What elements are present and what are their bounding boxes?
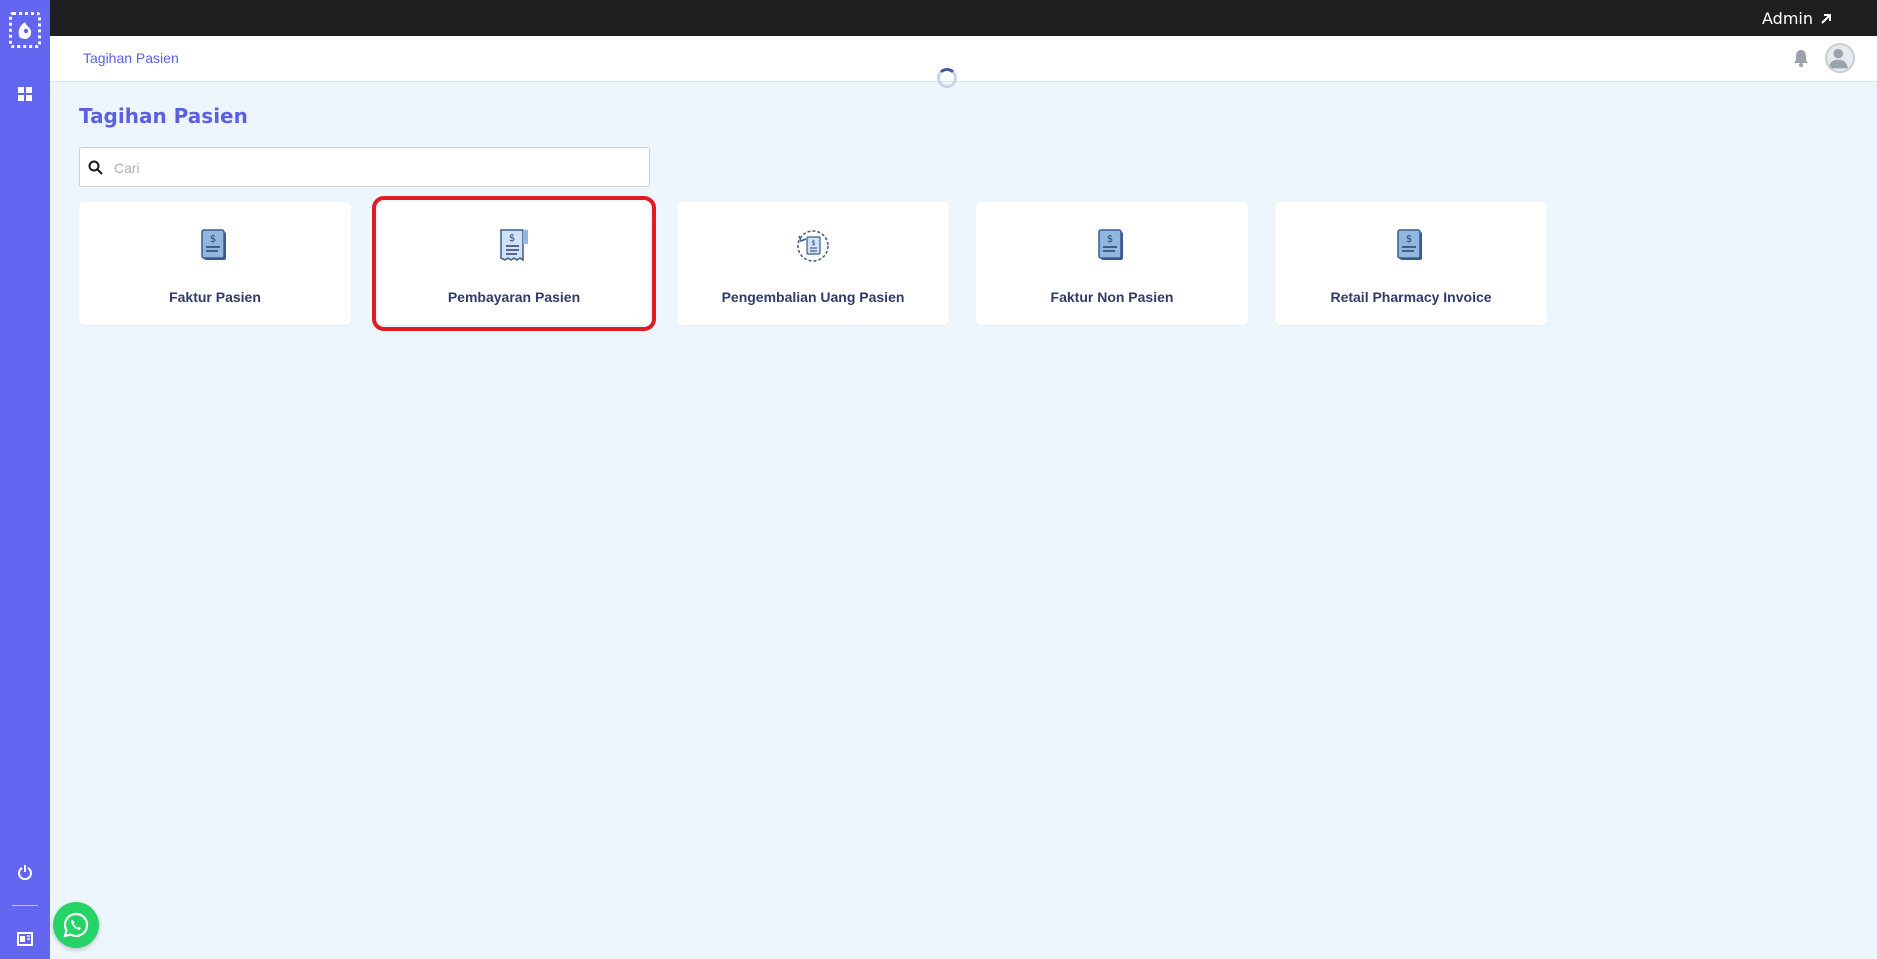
logo-icon [18, 22, 32, 39]
breadcrumb[interactable]: Tagihan Pasien [83, 50, 179, 66]
dashboard-icon[interactable] [16, 85, 34, 103]
card-label: Pembayaran Pasien [447, 289, 581, 305]
invoice-icon: $ [1098, 229, 1123, 260]
svg-text:$: $ [509, 233, 515, 244]
admin-link[interactable]: Admin [1762, 9, 1813, 28]
search-box [79, 147, 650, 187]
top-bar: Admin [50, 0, 1877, 36]
search-icon [88, 160, 103, 175]
external-link-icon[interactable] [1819, 12, 1833, 26]
refund-icon: $ [797, 230, 829, 262]
sidebar-divider [12, 905, 38, 906]
loading-spinner-icon [937, 68, 957, 88]
card-pembayaran-pasien[interactable]: $ Pembayaran Pasien [372, 196, 656, 331]
svg-text:$: $ [1406, 234, 1412, 245]
page-title: Tagihan Pasien [79, 104, 248, 128]
svg-text:$: $ [210, 234, 216, 245]
panel-icon[interactable] [16, 930, 34, 948]
whatsapp-icon [63, 912, 89, 938]
card-label: Faktur Non Pasien [1050, 289, 1174, 305]
invoice-icon: $ [1397, 229, 1422, 260]
invoice-icon: $ [201, 229, 226, 260]
whatsapp-button[interactable] [53, 902, 99, 948]
bell-icon[interactable] [1791, 48, 1811, 68]
avatar[interactable] [1825, 43, 1855, 73]
svg-text:$: $ [1107, 234, 1113, 245]
card-faktur-non-pasien[interactable]: $ Faktur Non Pasien [976, 202, 1248, 325]
card-retail-pharmacy-invoice[interactable]: $ Retail Pharmacy Invoice [1275, 202, 1547, 325]
receipt-icon: $ [500, 229, 528, 262]
card-faktur-pasien[interactable]: $ Faktur Pasien [79, 202, 351, 325]
user-icon [1828, 48, 1848, 69]
page-header: Tagihan Pasien [50, 36, 1877, 88]
power-icon[interactable] [16, 863, 34, 881]
svg-text:$: $ [811, 239, 815, 247]
card-label: Retail Pharmacy Invoice [1330, 289, 1492, 305]
card-pengembalian-uang-pasien[interactable]: $ Pengembalian Uang Pasien [677, 202, 949, 325]
card-label: Faktur Pasien [169, 289, 261, 305]
sidebar [0, 0, 50, 959]
card-label: Pengembalian Uang Pasien [721, 289, 905, 305]
app-logo[interactable] [9, 12, 41, 48]
search-input[interactable] [114, 156, 634, 180]
